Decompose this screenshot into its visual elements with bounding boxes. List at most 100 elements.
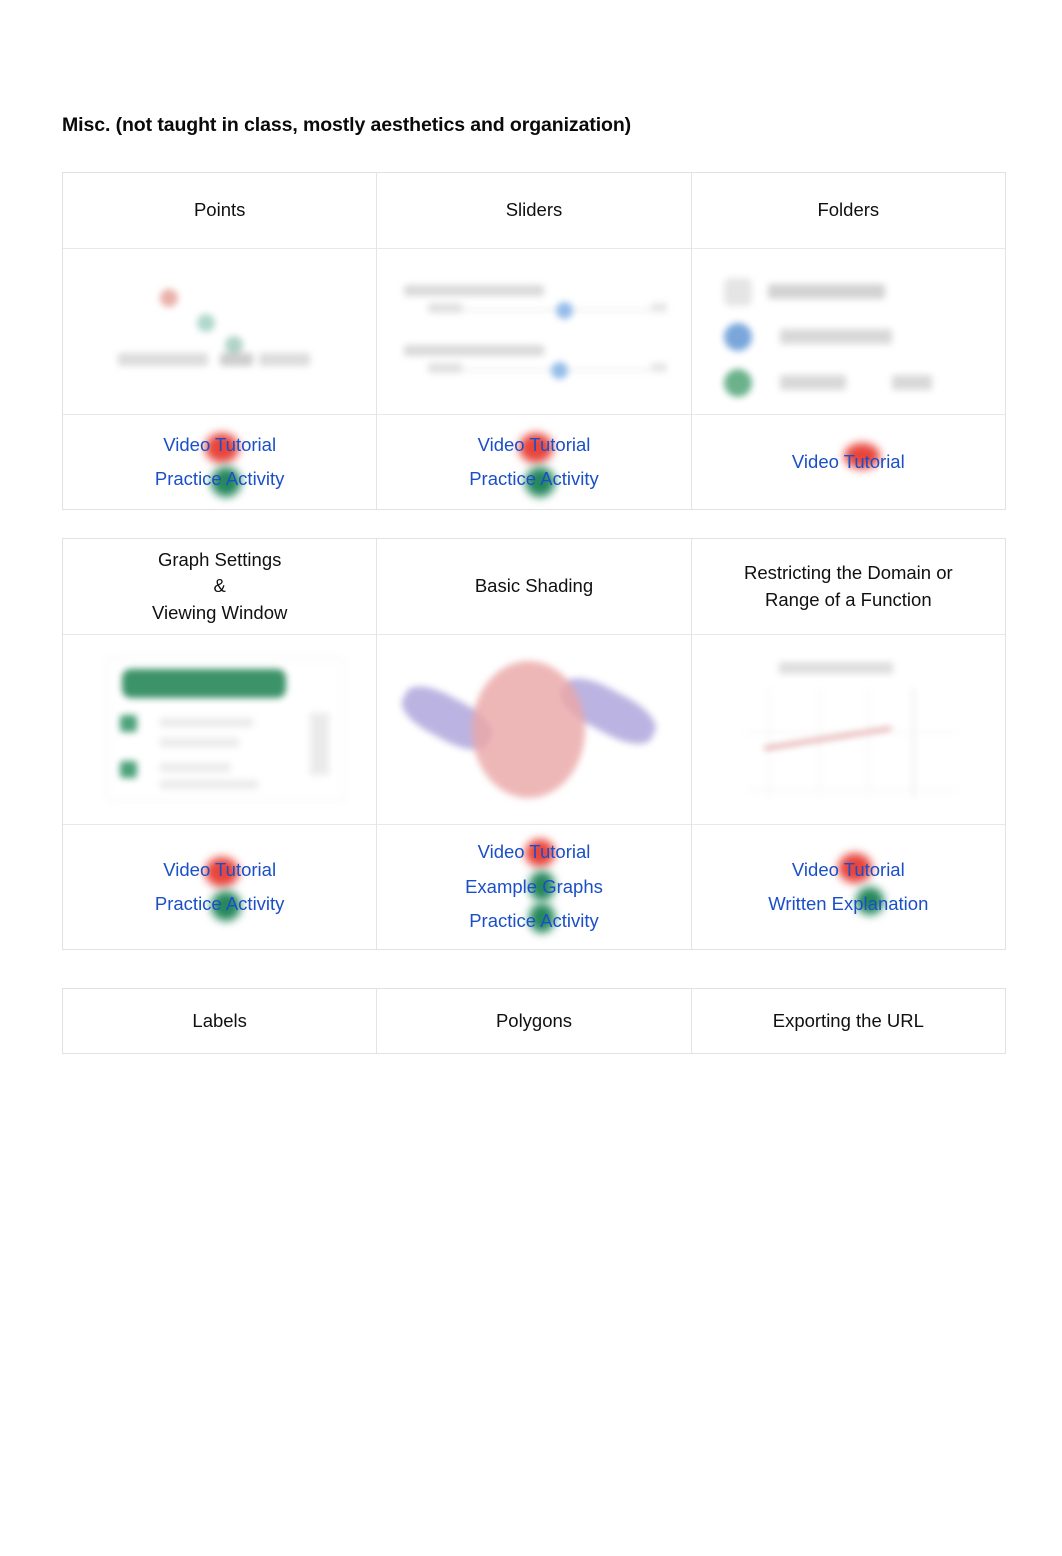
settings-toggle xyxy=(119,760,137,778)
resource-cell-points: Points Video Tutorial Practice Activity xyxy=(63,173,378,509)
folder-icon-blue xyxy=(724,323,753,352)
cell-title-folders: Folders xyxy=(691,173,1005,249)
slider-handle xyxy=(551,361,569,379)
point-marker-red xyxy=(160,288,179,307)
link-practice-activity[interactable]: Practice Activity xyxy=(155,462,285,496)
resource-cell-basic-shading: Basic Shading Video Tutorial Example Gra… xyxy=(377,539,692,949)
folder-label xyxy=(780,374,847,390)
document-page: Misc. (not taught in class, mostly aesth… xyxy=(0,0,1062,1556)
resource-cell-polygons: Polygons xyxy=(377,989,692,1053)
links-folders: Video Tutorial xyxy=(691,415,1005,509)
point-marker-green xyxy=(225,335,244,354)
folder-icon-green xyxy=(724,368,753,397)
thumbnail-folders[interactable] xyxy=(691,249,1005,415)
link-practice-activity[interactable]: Practice Activity xyxy=(469,462,599,496)
basic-shading-screenshot xyxy=(393,648,675,811)
resource-cell-folders: Folders Video Tutorial xyxy=(691,173,1005,509)
cell-title-polygons: Polygons xyxy=(377,989,691,1053)
text-bar xyxy=(219,352,254,366)
function-curve xyxy=(763,727,892,751)
slider-endpoint xyxy=(650,303,667,313)
settings-panel xyxy=(106,657,344,802)
settings-toggle xyxy=(119,715,137,733)
links-basic-shading: Video Tutorial Example Graphs Practice A… xyxy=(377,825,691,949)
settings-field xyxy=(159,763,230,773)
graph-settings-screenshot xyxy=(79,648,361,811)
slider-endpoint xyxy=(650,362,667,372)
link-video-tutorial[interactable]: Video Tutorial xyxy=(163,428,276,462)
thumbnail-restricting-domain[interactable] xyxy=(691,635,1005,825)
thumbnail-sliders[interactable] xyxy=(377,249,691,415)
folder-label xyxy=(768,283,885,299)
link-video-tutorial[interactable]: Video Tutorial xyxy=(478,835,591,869)
text-bar xyxy=(259,352,310,366)
cell-title-exporting-url: Exporting the URL xyxy=(691,989,1005,1053)
link-written-explanation[interactable]: Written Explanation xyxy=(768,887,928,921)
cell-title-graph-settings: Graph Settings & Viewing Window xyxy=(63,539,377,635)
axis-line xyxy=(912,687,914,799)
point-marker-teal xyxy=(197,314,216,333)
page-title: Misc. (not taught in class, mostly aesth… xyxy=(62,114,632,136)
resource-cell-graph-settings: Graph Settings & Viewing Window Video Tu… xyxy=(63,539,378,949)
cell-title-sliders: Sliders xyxy=(377,173,691,249)
links-points: Video Tutorial Practice Activity xyxy=(63,415,377,509)
graph-frame xyxy=(724,654,973,805)
cell-title-basic-shading: Basic Shading xyxy=(377,539,691,635)
link-video-tutorial[interactable]: Video Tutorial xyxy=(163,853,276,887)
folder-label xyxy=(780,329,892,345)
link-video-tutorial[interactable]: Video Tutorial xyxy=(478,428,591,462)
slider-handle xyxy=(556,302,574,320)
slider-label xyxy=(404,285,545,297)
points-screenshot xyxy=(79,261,361,403)
cell-title-labels: Labels xyxy=(63,989,377,1053)
grid-line xyxy=(768,687,770,799)
slider-value xyxy=(428,362,463,373)
thumbnail-points[interactable] xyxy=(63,249,377,415)
links-sliders: Video Tutorial Practice Activity xyxy=(377,415,691,509)
links-graph-settings: Video Tutorial Practice Activity xyxy=(63,825,377,949)
title-line: & xyxy=(213,575,226,597)
link-practice-activity[interactable]: Practice Activity xyxy=(469,904,599,938)
thumbnail-basic-shading[interactable] xyxy=(377,635,691,825)
link-practice-activity[interactable]: Practice Activity xyxy=(155,887,285,921)
resource-cell-labels: Labels xyxy=(63,989,378,1053)
shaded-circle xyxy=(471,661,585,798)
folder-label xyxy=(891,374,933,390)
cell-title-restricting-domain: Restricting the Domain or Range of a Fun… xyxy=(691,539,1005,635)
restricting-domain-screenshot xyxy=(707,648,989,811)
folder-row xyxy=(724,320,978,358)
title-line: Viewing Window xyxy=(151,601,288,623)
title-line: Restricting the Domain or xyxy=(743,562,953,584)
grid-line xyxy=(868,687,870,799)
title-line: Range of a Function xyxy=(765,588,932,610)
settings-field xyxy=(159,718,254,728)
equation-bar xyxy=(778,662,893,675)
text-bar xyxy=(118,352,209,366)
resource-table-row-3: Labels Polygons Exporting the URL xyxy=(62,988,1006,1054)
resource-cell-exporting-url: Exporting the URL xyxy=(691,989,1005,1053)
resource-table-row-1: Points Video Tutorial Practice Activity xyxy=(62,172,1006,510)
folder-row xyxy=(724,366,978,404)
resource-table-row-2: Graph Settings & Viewing Window Video Tu… xyxy=(62,538,1006,950)
grid-line xyxy=(744,789,958,791)
slider-row xyxy=(404,283,667,323)
settings-field xyxy=(159,780,259,790)
folders-screenshot xyxy=(707,261,989,403)
link-video-tutorial[interactable]: Video Tutorial xyxy=(792,853,905,887)
settings-header-bar xyxy=(121,668,287,699)
title-line: Graph Settings xyxy=(157,549,282,571)
resource-cell-restricting-domain: Restricting the Domain or Range of a Fun… xyxy=(691,539,1005,949)
folder-icon xyxy=(724,277,753,306)
links-restricting-domain: Video Tutorial Written Explanation xyxy=(691,825,1005,949)
folder-row xyxy=(724,275,978,313)
settings-scrollbar xyxy=(309,712,329,775)
thumbnail-graph-settings[interactable] xyxy=(63,635,377,825)
cell-title-points: Points xyxy=(63,173,377,249)
grid-line xyxy=(818,687,820,799)
link-example-graphs[interactable]: Example Graphs xyxy=(465,870,603,904)
link-video-tutorial[interactable]: Video Tutorial xyxy=(792,445,905,479)
slider-row xyxy=(404,343,667,383)
slider-value xyxy=(428,303,463,314)
settings-field xyxy=(159,737,240,747)
slider-label xyxy=(404,344,545,356)
